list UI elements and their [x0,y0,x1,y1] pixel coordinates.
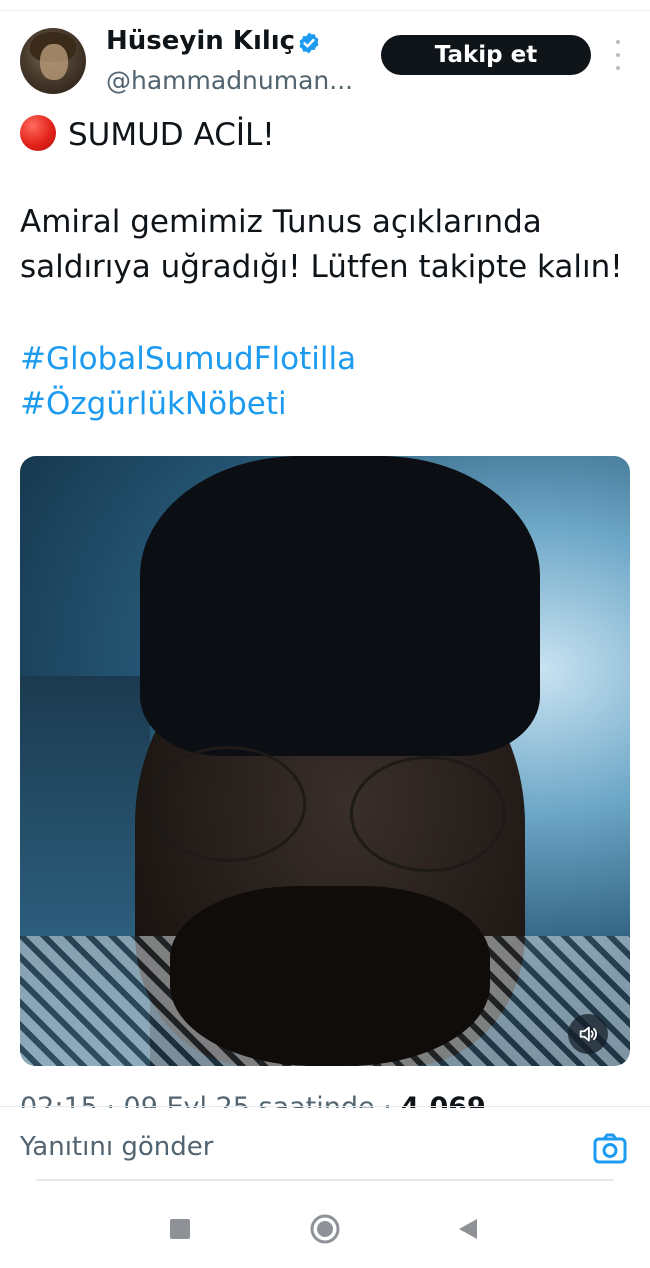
tweet-headline-text: SUMUD ACİL! [68,117,275,153]
red-circle-icon [20,115,56,151]
reply-underline [36,1179,614,1181]
tweet-headline: SUMUD ACİL! [20,112,630,158]
video-glasses-right [350,756,506,872]
tweet-body-line-2: saldırıya uğradığı! Lütfen takipte kalın… [20,249,623,285]
circle-home-icon[interactable] [309,1213,341,1245]
triangle-back-icon[interactable] [457,1217,479,1241]
verified-badge-icon [299,32,319,54]
reply-input[interactable]: Yanıtını gönder [20,1132,213,1162]
author-handle[interactable]: @hammadnuman... [106,66,353,95]
video-person-hat [140,456,540,756]
tweet-video[interactable] [20,456,630,1066]
top-divider [0,10,650,11]
author-name[interactable]: Hüseyin Kılıç [106,26,295,56]
author-avatar[interactable] [20,28,86,94]
more-vertical-icon[interactable] [610,40,626,70]
hashtag-link[interactable]: #ÖzgürlükNöbeti [20,381,287,427]
square-icon[interactable] [170,1219,190,1239]
tweet-body-line-1: Amiral gemimiz Tunus açıklarında [20,204,542,240]
volume-glyph-icon [579,1026,597,1042]
reply-divider [0,1106,650,1107]
video-person-beard [170,886,490,1066]
video-glasses-left [150,746,306,862]
follow-button[interactable]: Takip et [381,35,591,75]
volume-icon[interactable] [568,1014,608,1054]
hashtag-link[interactable]: #GlobalSumudFlotilla [20,336,356,382]
avatar-face [40,44,68,80]
camera-icon[interactable] [592,1131,628,1167]
